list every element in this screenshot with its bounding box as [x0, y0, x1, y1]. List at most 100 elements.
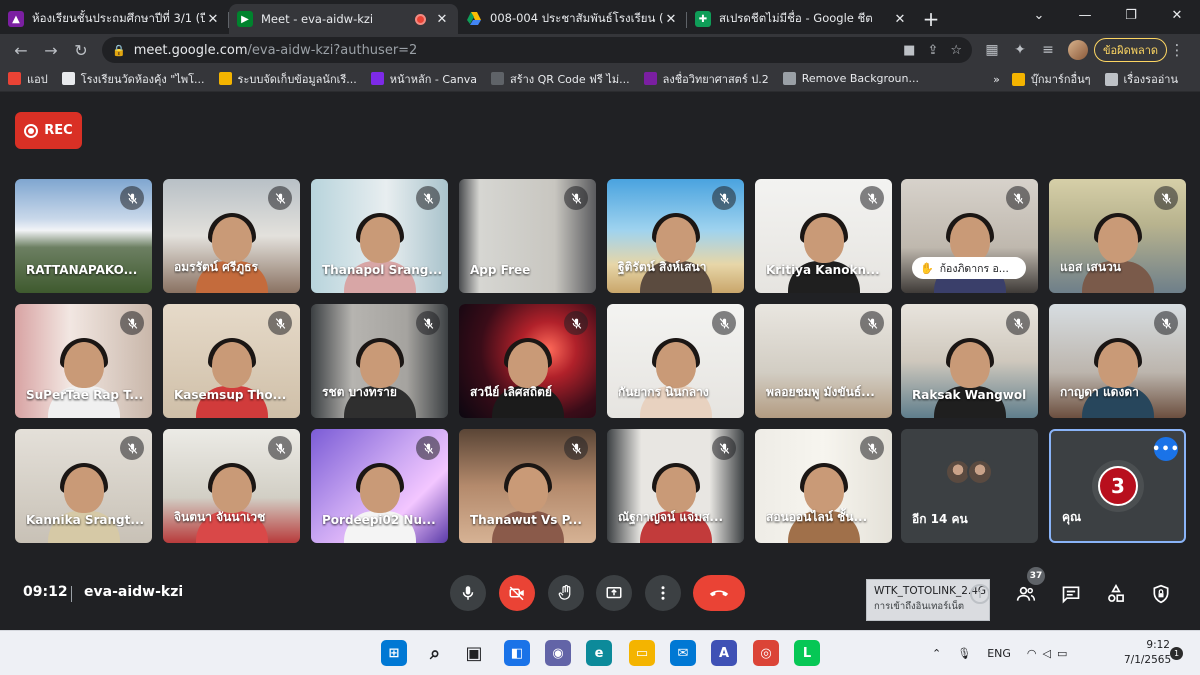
host-controls-button[interactable] [1149, 582, 1173, 606]
camera-off-button[interactable] [499, 575, 535, 611]
tab-meet[interactable]: ▶ Meet - eva-aidw-kzi ✕ [229, 4, 458, 34]
other-participants-tile[interactable]: อีก 14 คน [901, 429, 1038, 543]
profile-avatar[interactable] [1068, 40, 1088, 60]
tab-classroom[interactable]: ▲ ห้องเรียนชั้นประถมศึกษาปีที่ 3/1 (ปีกา… [0, 4, 229, 34]
info-icon[interactable]: i [970, 584, 990, 604]
microphone-muted-icon [1006, 186, 1030, 210]
leave-call-button[interactable] [693, 575, 745, 611]
participant-tile[interactable]: RATTANAPAKO... [15, 179, 152, 293]
error-button[interactable]: ข้อผิดพลาด [1094, 38, 1168, 62]
participant-tile[interactable]: Kannika Srangt... [15, 429, 152, 543]
puzzle-extensions-icon[interactable]: ✦ [1006, 42, 1034, 58]
bookmarks-more-icon[interactable]: » [993, 73, 1000, 86]
activities-button[interactable] [1104, 582, 1128, 606]
more-options-button[interactable] [645, 575, 681, 611]
reading-list[interactable]: เรื่องรออ่าน [1104, 70, 1178, 88]
lock-icon[interactable]: 🔒 [112, 44, 126, 57]
search-taskbar-icon[interactable]: ⌕ [422, 640, 448, 666]
participant-tile[interactable]: พลอยชมพู มังขันธ์... [755, 304, 892, 418]
bookmark-item[interactable]: Remove Backgroun... [782, 72, 919, 85]
chat-taskbar-icon[interactable]: ◉ [545, 640, 571, 666]
other-bookmarks-folder[interactable]: บุ๊กมาร์กอื่นๆ [1011, 70, 1091, 88]
restore-button[interactable]: ❐ [1108, 0, 1154, 30]
participant-tile[interactable]: SuPerTae Rap T... [15, 304, 152, 418]
bookmark-item[interactable]: ลงชื่อวิทยาศาสตร์ ป.2 [643, 70, 769, 88]
bookmark-item[interactable]: สร้าง QR Code ฟรี ไม่... [490, 70, 630, 88]
participant-tile[interactable]: จินตนา จันนาเวช [163, 429, 300, 543]
participant-tile[interactable]: กาญดา แดงดา [1049, 304, 1186, 418]
bookmark-item[interactable]: หน้าหลัก - Canva [370, 70, 477, 88]
back-icon[interactable]: ← [6, 36, 36, 64]
raise-hand-button[interactable] [548, 575, 584, 611]
explorer-taskbar-icon[interactable]: ▭ [629, 640, 655, 666]
new-tab-button[interactable]: + [916, 4, 946, 34]
meet-favicon-icon: ▶ [237, 11, 253, 27]
more-options-icon[interactable]: ••• [1152, 437, 1179, 461]
self-label: คุณ [1062, 510, 1082, 524]
taskview-taskbar-icon[interactable]: ▣ [461, 640, 487, 666]
grid-extension-icon[interactable]: ▦ [978, 42, 1006, 58]
people-button[interactable] [1014, 582, 1038, 606]
close-window-button[interactable]: ✕ [1154, 0, 1200, 30]
forward-icon[interactable]: → [36, 36, 66, 64]
close-tab-icon[interactable]: ✕ [892, 12, 908, 27]
bookmark-item[interactable]: แอป [8, 70, 48, 88]
star-icon[interactable]: ☆ [950, 43, 962, 58]
bookmark-item[interactable]: ระบบจัดเก็บข้อมูลนักเรี... [218, 70, 357, 88]
participant-tile[interactable]: รชต บางทราย [311, 304, 448, 418]
app-taskbar-icon[interactable]: A [711, 640, 737, 666]
minimize-button[interactable]: — [1062, 0, 1108, 30]
participant-tile[interactable]: App Free [459, 179, 596, 293]
participant-tile[interactable]: Kasemsup Tho... [163, 304, 300, 418]
widgets-taskbar-icon[interactable]: ◧ [504, 640, 530, 666]
chat-button[interactable] [1059, 582, 1083, 606]
participant-tile[interactable]: แอส เสนวน [1049, 179, 1186, 293]
address-bar[interactable]: 🔒 meet.google.com/eva-aidw-kzi?authuser=… [102, 37, 972, 63]
close-tab-icon[interactable]: ✕ [434, 12, 450, 27]
microphone-tray-icon[interactable]: 🎙 [957, 647, 971, 660]
camera-icon[interactable]: ■ [903, 43, 915, 58]
chrome-taskbar-icon[interactable]: ◎ [753, 640, 779, 666]
bookmark-label: ระบบจัดเก็บข้อมูลนักเรี... [237, 72, 357, 86]
share-icon[interactable]: ⇪ [927, 43, 938, 58]
recording-button[interactable]: REC [15, 112, 82, 149]
tab-drive[interactable]: 008-004 ประชาสัมพันธ์โรงเรียน (ภัคดี ✕ [458, 4, 687, 34]
close-tab-icon[interactable]: ✕ [205, 12, 221, 27]
participant-tile[interactable]: Thanapol Srang... [311, 179, 448, 293]
tab-search-icon[interactable]: ⌄ [1016, 0, 1062, 30]
participant-tile[interactable]: ✋ ก้องภิดากร อ... [901, 179, 1038, 293]
battery-icon[interactable]: ▭ [1057, 647, 1067, 660]
participant-tile[interactable]: Pordeepi02 Nu... [311, 429, 448, 543]
volume-icon[interactable]: ◁ [1043, 647, 1051, 660]
language-indicator[interactable]: ENG [987, 647, 1011, 660]
participant-tile[interactable]: สวนีย์ เลิศสถิตย์ [459, 304, 596, 418]
participant-tile[interactable]: อมรรัตน์ ศรีภูธร [163, 179, 300, 293]
participant-tile[interactable]: ฐิติรัตน์ สิงห์เสนา [607, 179, 744, 293]
system-clock[interactable]: 9:12 7/1/2565 [1124, 638, 1171, 668]
microphone-button[interactable] [450, 575, 486, 611]
notification-badge[interactable]: 1 [1170, 647, 1183, 660]
record-icon [24, 123, 39, 138]
hand-icon: ✋ [920, 261, 934, 275]
start-taskbar-icon[interactable]: ⊞ [381, 640, 407, 666]
close-tab-icon[interactable]: ✕ [663, 12, 679, 27]
media-control-icon[interactable]: ≡ [1034, 42, 1062, 58]
participant-tile[interactable]: สอนออนไลน์ ชั้น... [755, 429, 892, 543]
bookmark-item[interactable]: โรงเรียนวัดห้องคุ้ง "ไพโ... [61, 70, 205, 88]
edge-taskbar-icon[interactable]: e [586, 640, 612, 666]
self-tile[interactable]: ••• 3 คุณ [1049, 429, 1186, 543]
participant-name: Kannika Srangt... [26, 513, 145, 527]
participant-tile[interactable]: กันยากร นินกลาง [607, 304, 744, 418]
participant-tile[interactable]: ณัฐกาญจน์ แจ่มส... [607, 429, 744, 543]
participant-tile[interactable]: Kritiya Kanokn... [755, 179, 892, 293]
present-screen-button[interactable] [596, 575, 632, 611]
browser-menu-icon[interactable]: ⋮ [1167, 41, 1187, 59]
line-taskbar-icon[interactable]: L [794, 640, 820, 666]
tab-sheets[interactable]: ✚ สเปรดชีตไม่มีชื่อ - Google ชีต ✕ [687, 4, 916, 34]
reload-icon[interactable]: ↻ [66, 36, 96, 64]
participant-tile[interactable]: Raksak Wangwol [901, 304, 1038, 418]
tray-overflow-icon[interactable]: ⌃ [932, 647, 941, 660]
participant-tile[interactable]: Thanawut Vs P... [459, 429, 596, 543]
mail-taskbar-icon[interactable]: ✉ [670, 640, 696, 666]
wifi-icon[interactable]: ◠ [1027, 647, 1037, 660]
